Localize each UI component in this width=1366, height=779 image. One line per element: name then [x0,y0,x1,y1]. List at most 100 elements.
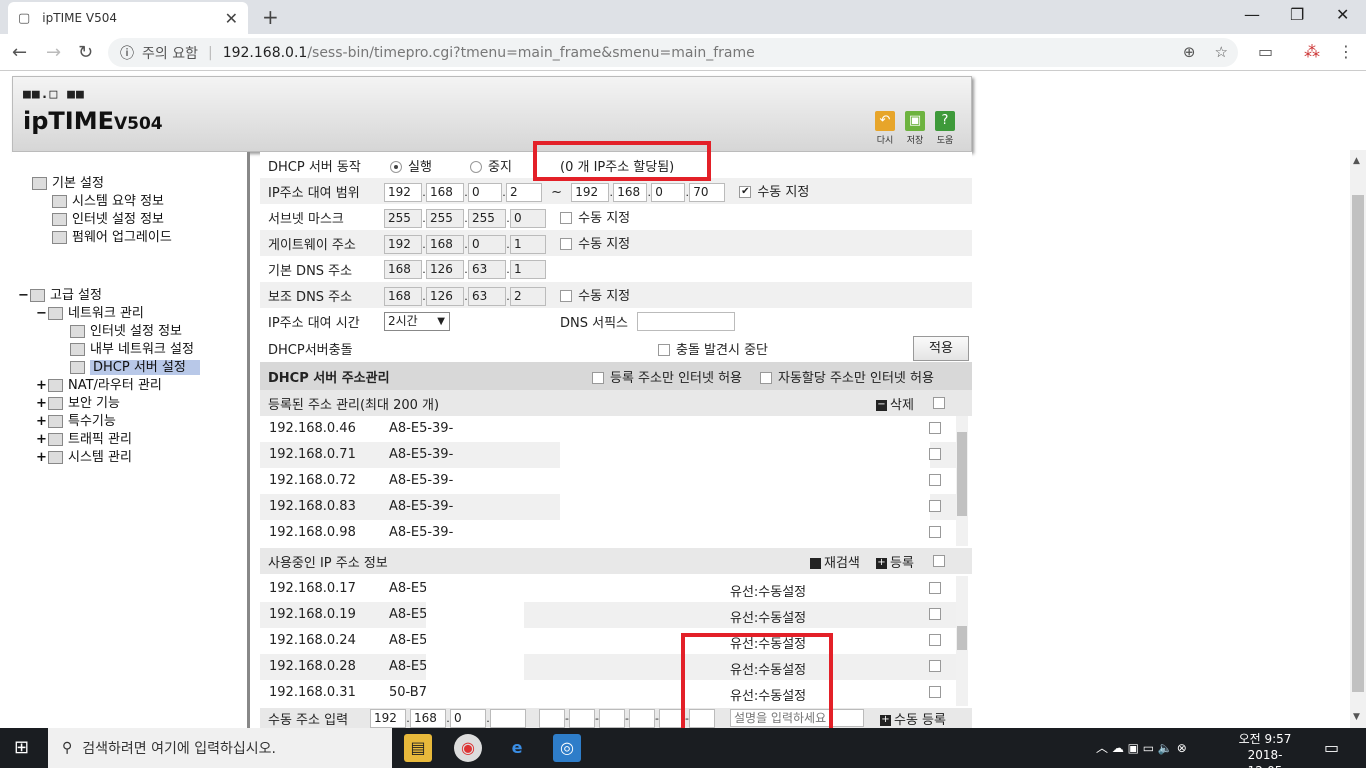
inuse-select-all[interactable] [933,555,945,567]
zoom-icon[interactable]: ⊕ [1183,43,1196,61]
remote-app-icon[interactable]: ◎ [553,734,581,762]
subnet-3[interactable]: 255 [468,208,506,228]
registered-select-all[interactable] [933,397,945,409]
radio-run-dot[interactable] [390,161,402,173]
sidebar-special[interactable]: + 특수기능 [36,410,116,429]
taskbar-search[interactable]: ⚲ 검색하려면 여기에 입력하십시오. [48,728,392,768]
close-window-button[interactable]: ✕ [1336,5,1349,24]
manual-register-button[interactable]: + 수동 등록 [880,709,946,728]
extension-icon[interactable]: ⁂ [1304,42,1320,61]
row-checkbox[interactable] [929,582,941,594]
ie-icon[interactable]: e [503,734,531,762]
conflict-stop[interactable]: 충돌 발견시 중단 [658,339,768,358]
gateway-4[interactable]: 1 [510,234,546,254]
address-bar[interactable]: ⓘ 주의 요함 | 192.168.0.1 /sess-bin/timepro.… [108,38,1238,67]
inuse-list-scrollbar[interactable] [956,576,968,706]
dns1-2[interactable]: 126 [426,259,464,279]
row-checkbox[interactable] [929,500,941,512]
subnet-2[interactable]: 255 [426,208,464,228]
expand-icon[interactable]: + [36,432,48,447]
cast-icon[interactable]: ▭ [1258,42,1273,61]
manual-ip-1[interactable]: 192 [370,708,406,728]
row-checkbox[interactable] [929,474,941,486]
range-manual[interactable]: ✔ 수동 지정 [739,185,809,200]
delete-button[interactable]: − 삭제 [876,394,914,413]
file-explorer-icon[interactable]: ▤ [404,734,432,762]
gateway-manual-checkbox[interactable] [560,238,573,250]
gateway-manual[interactable]: 수동 지정 [560,237,630,252]
dns2-3[interactable]: 63 [468,286,506,306]
taskbar-clock[interactable]: 오전 9:57 2018-12-05 [1238,731,1292,779]
sidebar-system[interactable]: + 시스템 관리 [36,446,132,465]
radio-run[interactable]: 실행 [390,156,432,175]
range-end-1[interactable]: 192 [571,182,610,202]
refresh-button[interactable]: ↶ 다시 [875,111,895,146]
dns2-manual-checkbox[interactable] [560,290,573,302]
dns2-1[interactable]: 168 [384,286,422,306]
row-checkbox[interactable] [929,686,941,698]
scroll-thumb[interactable] [957,626,967,650]
auto-only-checkbox[interactable] [760,372,772,384]
gateway-2[interactable]: 168 [426,234,464,254]
reg-only-option[interactable]: 등록 주소만 인터넷 허용 [592,367,742,386]
radio-stop-dot[interactable] [470,161,482,173]
dns-suffix-input[interactable] [637,311,735,331]
apply-button[interactable]: 적용 [913,336,969,361]
range-end-3[interactable]: 0 [651,182,686,202]
registered-list-scrollbar[interactable] [956,416,968,546]
sidebar-basic-settings[interactable]: 기본 설정 [32,172,104,191]
row-checkbox[interactable] [929,448,941,460]
scroll-up-icon[interactable]: ▲ [1353,156,1360,166]
dns1-3[interactable]: 63 [468,259,506,279]
dns1-1[interactable]: 168 [384,259,422,279]
range-start-4[interactable]: 2 [506,182,542,202]
gateway-3[interactable]: 0 [468,234,506,254]
sidebar-advanced-settings[interactable]: − 고급 설정 [18,284,102,303]
dns2-manual[interactable]: 수동 지정 [560,289,630,304]
tray-icons[interactable]: ︿ ☁ ▣ ▭ 🔈 ⊗ [1096,739,1187,756]
range-start-1[interactable]: 192 [384,182,422,202]
browser-tab[interactable]: ▢ ipTIME V504 ✕ [8,2,248,34]
sidebar-item-internet-setup[interactable]: 인터넷 설정 정보 [70,320,182,339]
collapse-icon[interactable]: − [18,288,30,303]
back-icon[interactable]: ← [12,42,27,63]
expand-icon[interactable]: + [36,414,48,429]
mac-field-1[interactable] [539,708,565,728]
range-start-2[interactable]: 168 [426,182,464,202]
windows-start-icon[interactable]: ⊞ [14,737,29,758]
chrome-icon[interactable]: ◉ [454,734,482,762]
sidebar-item-lan-setup[interactable]: 내부 네트워크 설정 [70,338,194,357]
row-checkbox[interactable] [929,634,941,646]
expand-icon[interactable]: + [36,378,48,393]
sidebar-item-internet-info[interactable]: 인터넷 설정 정보 [52,208,164,227]
expand-icon[interactable]: + [36,396,48,411]
scroll-thumb[interactable] [957,432,967,516]
tab-close-icon[interactable]: ✕ [225,9,238,28]
row-checkbox[interactable] [929,660,941,672]
rescan-button[interactable]: 재검색 [810,552,860,571]
help-button[interactable]: ? 도움 [935,111,955,146]
manual-ip-2[interactable]: 168 [410,708,446,728]
sidebar-network-mgmt[interactable]: − 네트워크 관리 [36,302,144,321]
sidebar-nat[interactable]: + NAT/라우터 관리 [36,374,162,393]
page-scrollbar[interactable]: ▲ ▼ [1350,150,1366,728]
bookmark-star-icon[interactable]: ☆ [1215,43,1228,61]
dns2-2[interactable]: 126 [426,286,464,306]
maximize-button[interactable]: ❐ [1290,5,1304,24]
sidebar-traffic[interactable]: + 트래픽 관리 [36,428,132,447]
mac-field-4[interactable] [629,708,655,728]
sidebar-security[interactable]: + 보안 기능 [36,392,120,411]
page-scroll-thumb[interactable] [1352,195,1364,692]
dns2-4[interactable]: 2 [510,286,546,306]
collapse-icon[interactable]: − [36,306,48,321]
mac-field-2[interactable] [569,708,595,728]
reg-only-checkbox[interactable] [592,372,604,384]
radio-stop[interactable]: 중지 [470,156,512,175]
row-checkbox[interactable] [929,608,941,620]
register-button[interactable]: + 등록 [876,552,914,571]
forward-icon[interactable]: → [46,42,61,63]
scroll-down-icon[interactable]: ▼ [1353,712,1360,722]
new-tab-button[interactable]: + [262,5,279,29]
row-checkbox[interactable] [929,422,941,434]
reload-icon[interactable]: ↻ [78,42,93,63]
